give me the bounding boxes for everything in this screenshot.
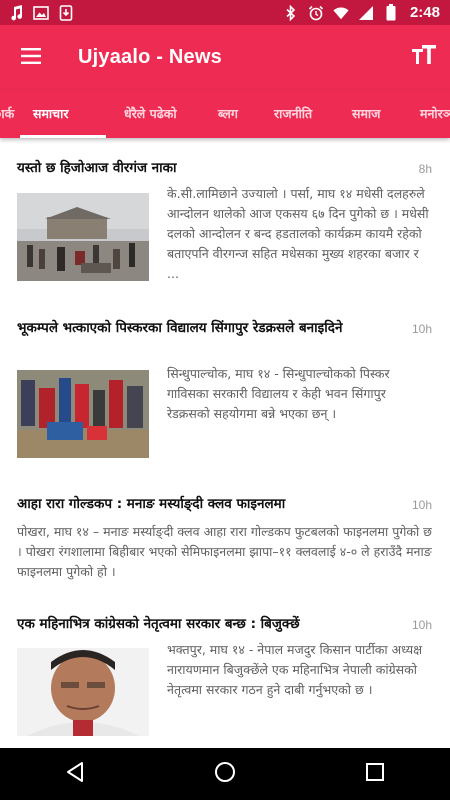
news-time: 10h — [411, 498, 432, 512]
tab-society[interactable]: समाज — [352, 90, 380, 138]
app-bar: Ujyaalo - News — [0, 25, 450, 90]
signal-icon — [358, 5, 374, 21]
hamburger-menu-icon — [21, 47, 41, 68]
news-summary: सिन्धुपाल्चोक, माघ १४ - सिन्धुपाल्चोकको … — [167, 366, 390, 421]
system-nav-bar — [0, 748, 450, 800]
status-bar: 2:48 — [0, 0, 450, 25]
news-time: 10h — [411, 322, 432, 336]
news-summary: के.सी.लामिछाने उज्यालो । पर्सा, माघ १४ म… — [167, 186, 429, 281]
back-icon — [65, 761, 85, 787]
tab-blog[interactable]: ब्लग — [218, 90, 238, 138]
tab-park[interactable]: ार्क — [0, 90, 14, 138]
tab-politics[interactable]: राजनीति — [274, 90, 312, 138]
menu-button[interactable] — [0, 25, 62, 90]
image-icon — [33, 5, 49, 21]
tab-entertainment[interactable]: मनोरञ्जन — [420, 90, 450, 138]
app-title: Ujyaalo - News — [78, 46, 222, 68]
bluetooth-icon — [283, 4, 299, 21]
alarm-icon — [308, 5, 324, 21]
news-thumbnail[interactable] — [17, 370, 149, 458]
tab-most-read[interactable]: धेरैले पढेको — [124, 90, 177, 138]
text-size-icon — [412, 44, 436, 70]
news-feed[interactable]: यस्तो छ हिजोआज वीरगंज नाका 8h के.सी.लामि… — [0, 138, 450, 748]
home-button[interactable] — [195, 748, 255, 800]
news-title[interactable]: एक महिनाभित्र कांग्रेसको नेतृत्वमा सरकार… — [17, 614, 362, 635]
recents-button[interactable] — [345, 748, 405, 800]
news-title[interactable]: भूकम्पले भत्काएको पिस्करका विद्यालय सिंग… — [17, 318, 362, 339]
news-summary: भक्तपुर, माघ १४ - नेपाल मजदुर किसान पार्… — [167, 642, 423, 697]
back-button[interactable] — [45, 748, 105, 800]
wifi-icon — [333, 5, 349, 21]
news-thumbnail[interactable] — [17, 648, 149, 736]
home-icon — [214, 761, 236, 787]
news-time: 10h — [411, 618, 432, 632]
news-summary: पोखरा, माघ १४ – मनाङ मर्स्याङ्दी क्लव आह… — [17, 524, 432, 579]
text-size-button[interactable] — [408, 41, 440, 73]
news-title[interactable]: यस्तो छ हिजोआज वीरगंज नाका — [17, 158, 362, 179]
news-title[interactable]: आहा रारा गोल्डकप : मनाङ मर्स्याङ्दी क्लव… — [17, 494, 362, 515]
download-icon — [58, 4, 74, 21]
battery-icon — [383, 4, 399, 21]
news-thumbnail[interactable] — [17, 193, 149, 281]
category-tabs: ार्क समाचार धेरैले पढेको ब्लग राजनीति सम… — [0, 90, 450, 138]
status-time: 2:48 — [409, 4, 440, 21]
news-time: 8h — [418, 162, 432, 176]
recents-icon — [366, 763, 384, 785]
music-icon — [8, 4, 24, 21]
tab-news[interactable]: समाचार — [33, 90, 68, 138]
